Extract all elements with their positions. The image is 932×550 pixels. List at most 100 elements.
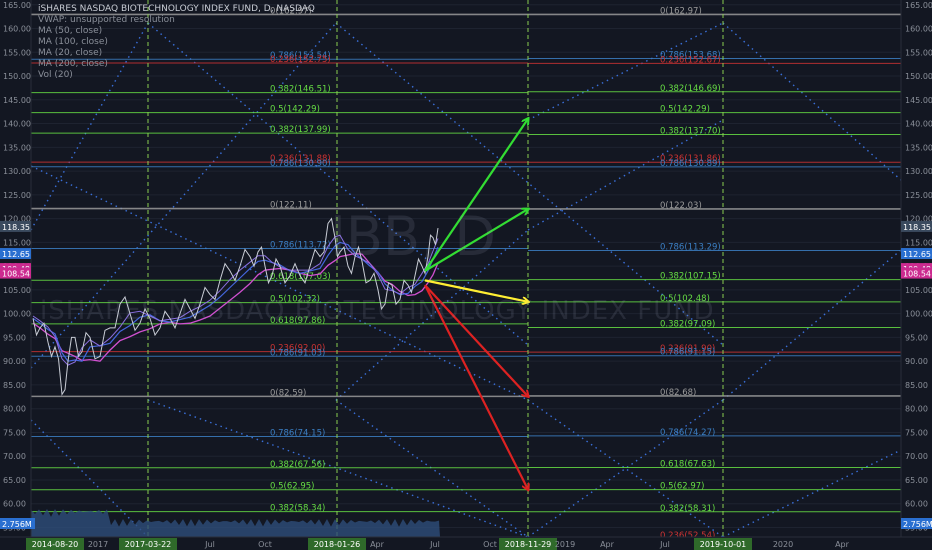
watermark-name: iSHARES NASDAQ BIOTECHNOLOGY INDEX FUND (40, 296, 715, 326)
y-tick-label-right: 160.00 (905, 25, 932, 34)
y-tick-label-right: 115.00 (905, 238, 932, 247)
x-tick-label: 2017 (88, 540, 108, 549)
price-tag-label: 108.54 (903, 270, 931, 279)
price-tag-label: 112.65 (903, 250, 931, 259)
y-tick-label-left: 90.00 (3, 357, 26, 366)
y-tick-label-right: 105.00 (905, 286, 932, 295)
legend-ma-50: MA (50, close) (38, 26, 103, 36)
y-tick-label-right: 75.00 (905, 428, 928, 437)
y-tick-label-left: 105.00 (3, 286, 31, 295)
y-tick-label-right: 150.00 (905, 72, 932, 81)
y-tick-label-left: 125.00 (3, 191, 31, 200)
x-tick-label: 2018-01-26 (314, 540, 361, 549)
x-tick-label: 2019-10-01 (700, 540, 747, 549)
x-tick-label: 2018-11-29 (505, 540, 552, 549)
fib-level-label: 0.786(74.15) (270, 428, 325, 438)
x-tick-label: 2019 (555, 540, 575, 549)
fib-level-label: 0(82.68) (660, 388, 696, 398)
x-tick-label: Apr (370, 540, 385, 549)
fib-level-label: 0(162.97) (660, 6, 702, 16)
y-tick-label-right: 80.00 (905, 405, 928, 414)
y-tick-label-left: 65.00 (3, 476, 26, 485)
fib-level-label: 0.786(74.27) (660, 428, 715, 438)
fib-level-label: 0.382(146.69) (660, 84, 721, 94)
y-tick-label-right: 140.00 (905, 120, 932, 129)
fib-level-label: 0.786(91.03) (270, 348, 325, 358)
fib-level-label: 0.382(137.70) (660, 126, 721, 136)
fib-level-label: 0.236(152.67) (660, 55, 721, 65)
x-tick-label: Apr (600, 540, 615, 549)
y-tick-label-right: 70.00 (905, 452, 928, 461)
x-tick-label: Oct (258, 540, 272, 549)
chart-legend: iSHARES NASDAQ BIOTECHNOLOGY INDEX FUND,… (38, 4, 315, 81)
x-tick-label: Jul (204, 540, 215, 549)
y-tick-label-left: 160.00 (3, 25, 31, 34)
fib-level-label: 0.382(58.34) (270, 504, 325, 514)
x-tick-label: Oct (483, 540, 497, 549)
x-tick-label: 2020 (773, 540, 793, 549)
y-tick-label-left: 165.00 (3, 1, 31, 10)
fib-level-label: 0(82.59) (270, 388, 306, 398)
legend-ma-100: MA (100, close) (38, 37, 108, 47)
legend-volume: Vol (20) (38, 70, 73, 80)
y-tick-label-right: 165.00 (905, 1, 932, 10)
y-tick-label-left: 135.00 (3, 143, 31, 152)
legend-vwap: VWAP: unsupported resolution (38, 15, 175, 25)
price-tag-label: 118.35 (2, 223, 30, 232)
fib-level-label: 0.5(142.29) (270, 105, 320, 115)
fib-level-label: 0.786(130.90) (270, 159, 331, 169)
fib-level-label: 0.382(146.51) (270, 85, 331, 95)
fib-level-label: 0.382(107.15) (660, 272, 721, 282)
y-tick-label-left: 80.00 (3, 405, 26, 414)
x-tick-label: 2017-03-22 (125, 540, 172, 549)
y-tick-label-left: 75.00 (3, 428, 26, 437)
y-tick-label-right: 125.00 (905, 191, 932, 200)
fib-level-label: 0.382(67.56) (270, 460, 325, 470)
price-tag-label: 112.65 (2, 250, 30, 259)
y-tick-label-left: 60.00 (3, 500, 26, 509)
volume-tag-label: 2.756M (903, 520, 932, 529)
y-tick-label-right: 85.00 (905, 381, 928, 390)
y-tick-label-left: 100.00 (3, 310, 31, 319)
legend-title: iSHARES NASDAQ BIOTECHNOLOGY INDEX FUND,… (38, 4, 315, 14)
fib-level-label: 0.786(130.89) (660, 159, 721, 169)
fib-level-label: 0(122.11) (270, 201, 312, 211)
fib-level-label: 0.382(58.31) (660, 504, 715, 514)
y-tick-label-right: 100.00 (905, 310, 932, 319)
y-tick-label-right: 130.00 (905, 167, 932, 176)
x-tick-label: 2014-08-20 (32, 540, 79, 549)
volume-tag-label: 2.756M (2, 520, 32, 529)
fib-level-label: 0.5(62.95) (270, 482, 314, 492)
watermark-symbol: IBB, D (330, 205, 496, 268)
legend-ma-20: MA (20, close) (38, 48, 103, 58)
y-tick-label-right: 90.00 (905, 357, 928, 366)
fib-level-label: 0.786(113.29) (660, 242, 721, 252)
y-tick-label-right: 95.00 (905, 333, 928, 342)
fib-level-label: 0.382(137.99) (270, 125, 331, 135)
legend-ma-200: MA (200, close) (38, 59, 108, 69)
y-tick-label-right: 155.00 (905, 48, 932, 57)
y-tick-label-left: 130.00 (3, 167, 31, 176)
price-tag-label: 118.35 (903, 223, 931, 232)
y-tick-label-left: 150.00 (3, 72, 31, 81)
fib-level-label: 0(122.03) (660, 201, 702, 211)
fib-level-label: 0.786(113.72) (270, 240, 331, 250)
y-tick-label-right: 135.00 (905, 143, 932, 152)
y-tick-label-right: 65.00 (905, 476, 928, 485)
fib-level-label: 0.5(62.97) (660, 482, 704, 492)
y-tick-label-right: 60.00 (905, 500, 928, 509)
y-tick-label-left: 115.00 (3, 238, 31, 247)
y-tick-label-left: 140.00 (3, 120, 31, 129)
y-tick-label-left: 95.00 (3, 333, 26, 342)
price-tag-label: 108.54 (2, 270, 30, 279)
x-tick-label: Jul (659, 540, 670, 549)
y-tick-label-left: 70.00 (3, 452, 26, 461)
y-tick-label-left: 85.00 (3, 381, 26, 390)
fib-level-label: 0.5(142.29) (660, 105, 710, 115)
fib-level-label: 0.786(91.15) (660, 348, 715, 358)
y-tick-label-left: 155.00 (3, 48, 31, 57)
price-chart[interactable]: 0(162.97)0.786(153.54)0.236(152.75)0.382… (0, 0, 932, 550)
y-tick-label-left: 145.00 (3, 96, 31, 105)
x-tick-label: Jul (429, 540, 440, 549)
fib-level-label: 0.618(67.63) (660, 459, 715, 469)
